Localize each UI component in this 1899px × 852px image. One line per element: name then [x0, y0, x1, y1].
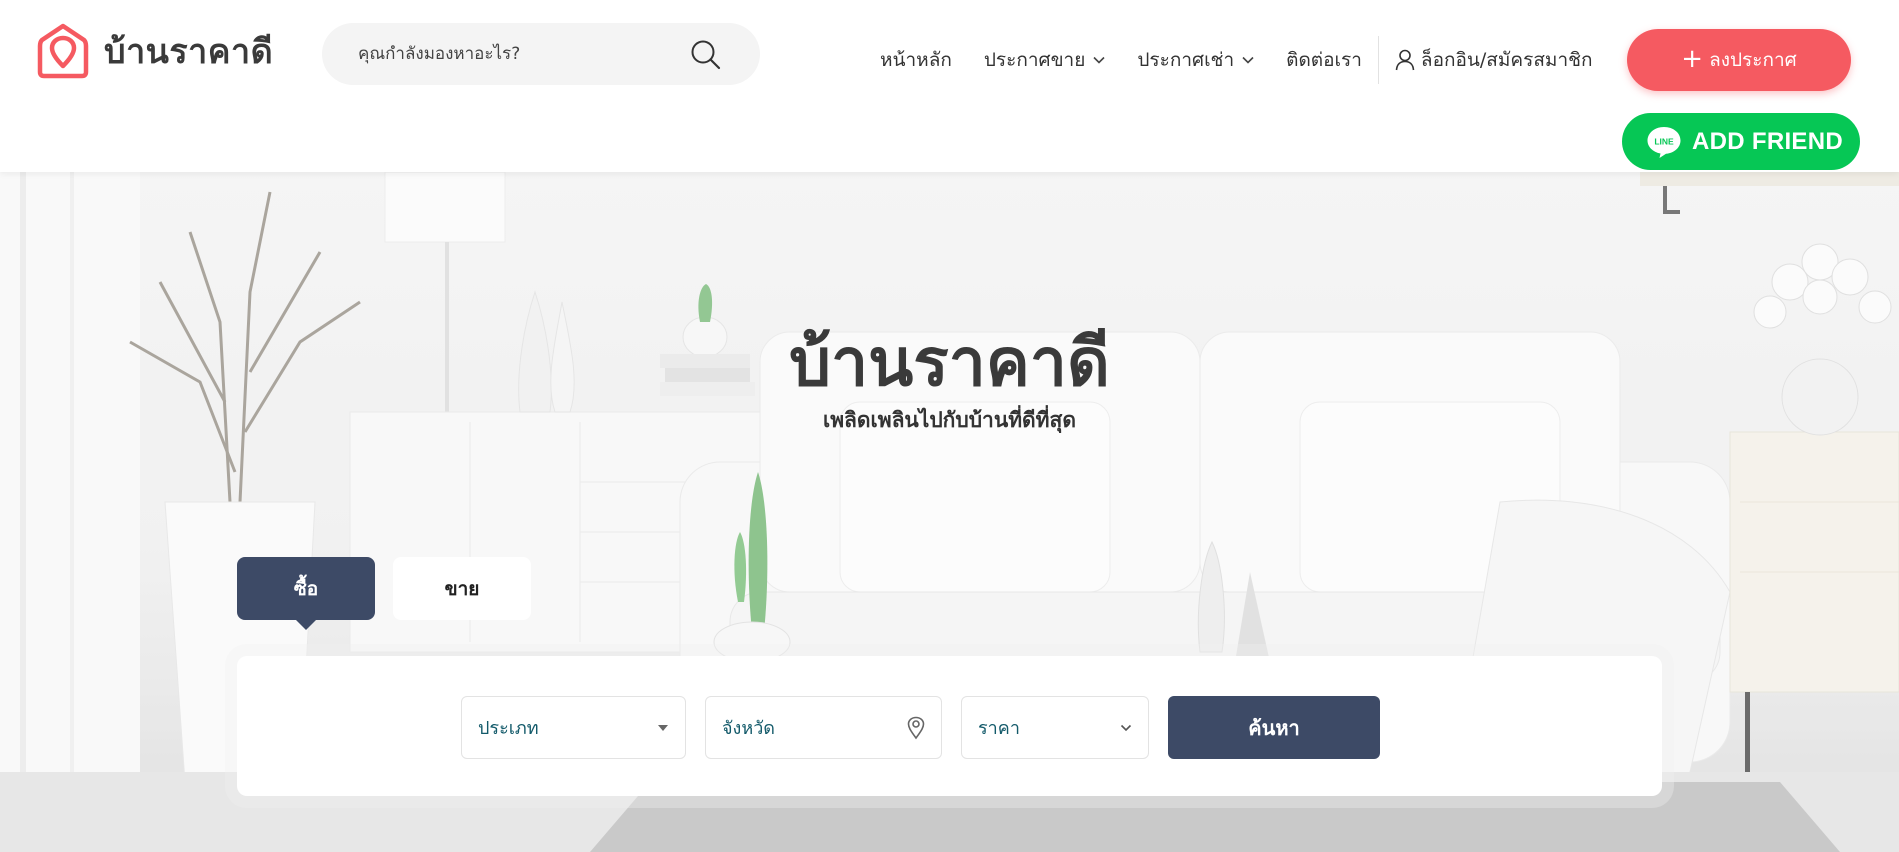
- nav-divider: [1377, 36, 1379, 84]
- hero-title: บ้านราคาดี: [789, 324, 1110, 401]
- type-select-label: ประเภท: [478, 718, 539, 739]
- nav-item-label: ติดต่อเรา: [1286, 49, 1362, 71]
- tab-buy[interactable]: ซื้อ: [237, 557, 375, 630]
- tab-sell[interactable]: ขาย: [393, 557, 531, 620]
- main-nav: หน้าหลัก ประกาศขาย ประกาศเช่า ติดต่อเรา …: [880, 36, 1593, 84]
- nav-item-label: หน้าหลัก: [880, 49, 952, 71]
- province-field-label: จังหวัด: [722, 718, 775, 739]
- property-search-card: ประเภท จังหวัด ราคา ค้นหา: [237, 656, 1662, 796]
- nav-item-label: ประกาศเช่า: [1137, 49, 1235, 71]
- search-submit-button[interactable]: ค้นหา: [1168, 696, 1380, 759]
- nav-item-contact[interactable]: ติดต่อเรา: [1286, 45, 1362, 75]
- line-logo-icon: LINE: [1647, 126, 1681, 158]
- site-header: บ้านราคาดี หน้าหลัก ประกาศขาย ประกาศเช่า…: [0, 0, 1899, 172]
- nav-item-for-sale[interactable]: ประกาศขาย: [984, 45, 1106, 75]
- header-search: [322, 23, 760, 85]
- price-select[interactable]: ราคา: [961, 696, 1149, 759]
- buy-sell-tabs: ซื้อ ขาย: [237, 557, 531, 630]
- search-input[interactable]: [358, 23, 678, 85]
- hero-section: บ้านราคาดี เพลิดเพลินไปกับบ้านที่ดีที่สุ…: [0, 172, 1899, 852]
- hero-subtitle: เพลิดเพลินไปกับบ้านที่ดีที่สุด: [823, 408, 1076, 432]
- brand-name: บ้านราคาดี: [104, 32, 274, 72]
- post-listing-label: ลงประกาศ: [1709, 49, 1797, 71]
- search-icon[interactable]: [690, 39, 722, 71]
- nav-item-home[interactable]: หน้าหลัก: [880, 45, 952, 75]
- add-friend-label: ADD FRIEND: [1692, 127, 1843, 155]
- post-listing-button[interactable]: + ลงประกาศ: [1627, 29, 1851, 91]
- line-add-friend-button[interactable]: LINE ADD FRIEND: [1622, 113, 1860, 170]
- login-link[interactable]: ล็อกอิน/สมัครสมาชิก: [1395, 45, 1593, 75]
- nav-item-for-rent[interactable]: ประกาศเช่า: [1137, 45, 1254, 75]
- chevron-down-icon: [1242, 56, 1254, 64]
- plus-icon: +: [1681, 44, 1704, 74]
- line-badge-text: LINE: [1654, 136, 1674, 146]
- price-select-label: ราคา: [978, 718, 1020, 739]
- user-icon: [1395, 49, 1415, 71]
- login-label: ล็อกอิน/สมัครสมาชิก: [1420, 49, 1593, 71]
- chevron-down-icon: [1120, 724, 1132, 731]
- logo-house-icon: [37, 23, 89, 79]
- logo[interactable]: บ้านราคาดี: [36, 22, 273, 80]
- nav-item-label: ประกาศขาย: [983, 49, 1086, 71]
- caret-down-icon: [658, 724, 668, 731]
- map-pin-icon: [907, 716, 925, 739]
- province-field[interactable]: จังหวัด: [705, 696, 942, 759]
- type-select[interactable]: ประเภท: [461, 696, 686, 759]
- chevron-down-icon: [1093, 56, 1105, 64]
